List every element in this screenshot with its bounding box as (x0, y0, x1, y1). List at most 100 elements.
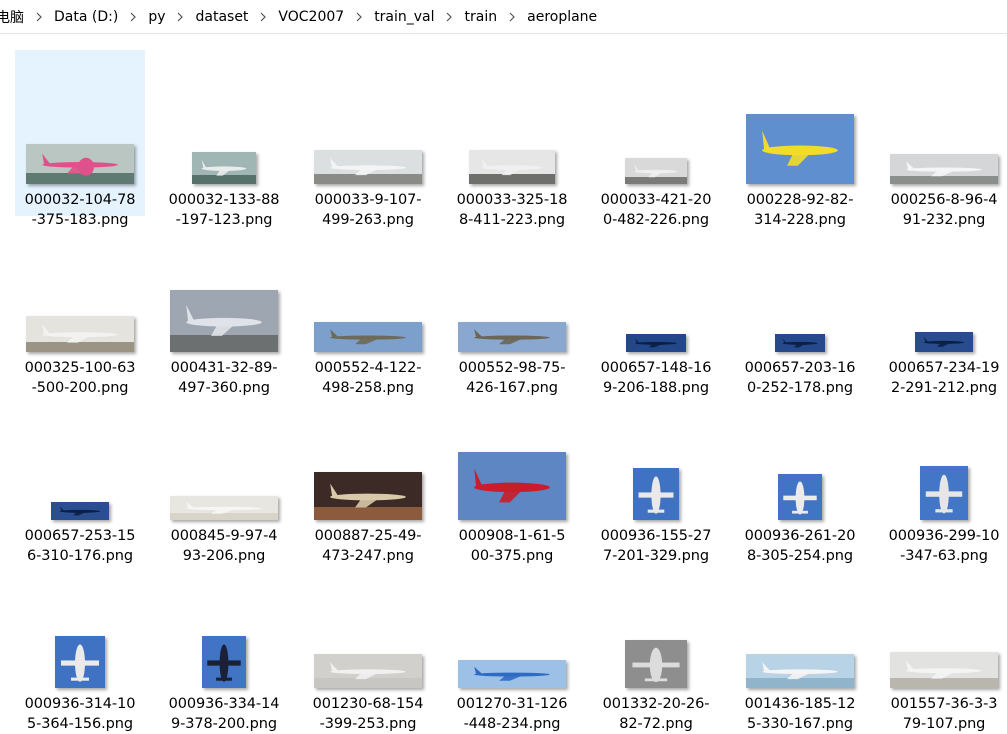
image-thumbnail[interactable] (192, 152, 256, 184)
breadcrumb-item[interactable]: VOC2007 (274, 9, 348, 25)
image-thumbnail[interactable] (633, 468, 679, 520)
image-thumbnail[interactable] (920, 466, 968, 520)
file-item[interactable]: 001436-185-12 5-330-167.png (735, 554, 865, 732)
file-item[interactable]: 000936-299-10 -347-63.png (879, 386, 1007, 564)
chevron-right-icon[interactable] (252, 0, 274, 34)
image-thumbnail[interactable] (55, 636, 105, 688)
image-thumbnail[interactable] (458, 660, 566, 688)
address-bar[interactable]: 电脑 Data (D:) py dataset VOC2007 train_val trai… (0, 0, 1007, 34)
file-item[interactable]: 000228-92-82- 314-228.png (735, 50, 865, 228)
thumbnail-area (303, 426, 433, 520)
chevron-right-icon[interactable] (122, 0, 144, 34)
thumbnail-area (159, 90, 289, 184)
breadcrumb-item[interactable]: dataset (191, 9, 252, 25)
breadcrumb-item[interactable]: train_val (370, 9, 438, 25)
file-item[interactable]: 000657-203-16 0-252-178.png (735, 218, 865, 396)
thumbnail-area (735, 594, 865, 688)
file-name-line1: 000032-133-88 (168, 192, 280, 208)
file-item[interactable]: 000431-32-89- 497-360.png (159, 218, 289, 396)
file-item[interactable]: 000936-334-14 9-378-200.png (159, 554, 289, 732)
file-name-line1: 001557-36-3-3 (890, 696, 998, 712)
thumbnail-area (303, 90, 433, 184)
thumbnail-area (879, 258, 1007, 352)
chevron-right-icon[interactable] (348, 0, 370, 34)
file-item[interactable]: 000936-261-20 8-305-254.png (735, 386, 865, 564)
breadcrumb-item[interactable]: py (144, 9, 169, 25)
thumbnail-area (591, 594, 721, 688)
file-item[interactable]: 001270-31-126 -448-234.png (447, 554, 577, 732)
file-item[interactable]: 000033-421-20 0-482-226.png (591, 50, 721, 228)
breadcrumb-item[interactable]: aeroplane (523, 9, 601, 25)
file-name-line2: -448-234.png (463, 716, 561, 732)
image-thumbnail[interactable] (51, 502, 109, 520)
chevron-right-icon[interactable] (169, 0, 191, 34)
breadcrumb-item[interactable]: Data (D:) (50, 9, 122, 25)
image-thumbnail[interactable] (746, 114, 854, 184)
file-item[interactable]: 000936-155-27 7-201-329.png (591, 386, 721, 564)
file-item[interactable]: 000552-4-122- 498-258.png (303, 218, 433, 396)
chevron-right-icon[interactable] (28, 0, 50, 34)
breadcrumb-item[interactable]: 电脑 (0, 7, 28, 27)
image-thumbnail[interactable] (625, 640, 687, 688)
image-thumbnail[interactable] (778, 474, 822, 520)
file-name-line1: 000657-253-15 (24, 528, 136, 544)
thumbnail-area (735, 426, 865, 520)
image-thumbnail[interactable] (314, 150, 422, 184)
file-item[interactable]: 000033-9-107- 499-263.png (303, 50, 433, 228)
image-thumbnail[interactable] (890, 154, 998, 184)
thumbnail-area (447, 90, 577, 184)
image-thumbnail[interactable] (202, 636, 246, 688)
file-item[interactable]: 000032-133-88 -197-123.png (159, 50, 289, 228)
file-name-line1: 000936-261-20 (744, 528, 856, 544)
file-name-line1: 000033-9-107- (314, 192, 422, 208)
thumbnail-area (447, 426, 577, 520)
file-name-line1: 000936-334-14 (168, 696, 280, 712)
file-item[interactable]: 000552-98-75- 426-167.png (447, 218, 577, 396)
chevron-right-icon[interactable] (439, 0, 461, 34)
image-thumbnail[interactable] (746, 654, 854, 688)
file-item[interactable]: 001332-20-26- 82-72.png (591, 554, 721, 732)
file-name: 001436-185-12 5-330-167.png (735, 694, 865, 734)
image-thumbnail[interactable] (314, 654, 422, 688)
thumbnail-area (735, 258, 865, 352)
file-item[interactable]: 001230-68-154 -399-253.png (303, 554, 433, 732)
image-thumbnail[interactable] (626, 334, 686, 352)
thumbnail-area (591, 258, 721, 352)
file-item[interactable]: 000657-234-19 2-291-212.png (879, 218, 1007, 396)
image-thumbnail[interactable] (26, 316, 134, 352)
image-thumbnail[interactable] (26, 144, 134, 184)
file-grid: 000032-104-78 -375-183.png 000032-133-88 -1… (0, 34, 1007, 732)
file-item[interactable]: 000887-25-49- 473-247.png (303, 386, 433, 564)
file-name: 000936-334-14 9-378-200.png (159, 694, 289, 734)
thumbnail-area (447, 258, 577, 352)
image-thumbnail[interactable] (314, 322, 422, 352)
image-thumbnail[interactable] (915, 332, 973, 352)
image-thumbnail[interactable] (775, 334, 825, 352)
file-name: 001230-68-154 -399-253.png (303, 694, 433, 734)
file-item[interactable]: 000657-253-15 6-310-176.png (15, 386, 145, 564)
image-thumbnail[interactable] (314, 472, 422, 520)
file-item[interactable]: 000325-100-63 -500-200.png (15, 218, 145, 396)
chevron-right-icon[interactable] (501, 0, 523, 34)
image-thumbnail[interactable] (469, 150, 555, 184)
image-thumbnail[interactable] (170, 290, 278, 352)
file-name-line2: 82-72.png (619, 716, 693, 732)
file-name: 001332-20-26- 82-72.png (591, 694, 721, 734)
thumbnail-area (15, 258, 145, 352)
file-name-line1: 000033-325-18 (456, 192, 568, 208)
image-thumbnail[interactable] (625, 158, 687, 184)
breadcrumb-item[interactable]: train (461, 9, 502, 25)
file-name-line1: 000256-8-96-4 (890, 192, 998, 208)
image-thumbnail[interactable] (458, 452, 566, 520)
file-item[interactable]: 000256-8-96-4 91-232.png (879, 50, 1007, 228)
file-item[interactable]: 000908-1-61-5 00-375.png (447, 386, 577, 564)
image-thumbnail[interactable] (170, 496, 278, 520)
file-item[interactable]: 000032-104-78 -375-183.png (15, 50, 145, 228)
image-thumbnail[interactable] (458, 322, 566, 352)
file-item[interactable]: 000936-314-10 5-364-156.png (15, 554, 145, 732)
file-item[interactable]: 000845-9-97-4 93-206.png (159, 386, 289, 564)
image-thumbnail[interactable] (890, 652, 998, 688)
file-item[interactable]: 000033-325-18 8-411-223.png (447, 50, 577, 228)
file-item[interactable]: 000657-148-16 9-206-188.png (591, 218, 721, 396)
file-item[interactable]: 001557-36-3-3 79-107.png (879, 554, 1007, 732)
